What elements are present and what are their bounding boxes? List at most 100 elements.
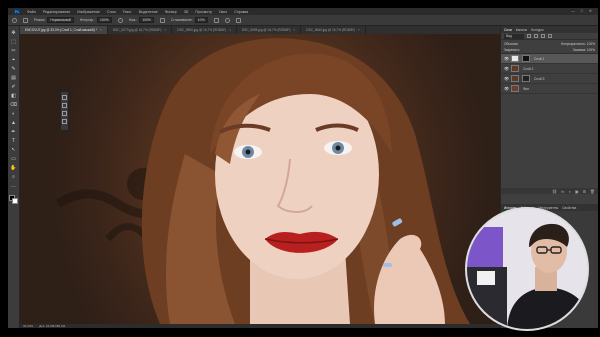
tab-layers[interactable]: Слои — [504, 28, 512, 32]
mode-select[interactable]: Нормальный — [47, 17, 74, 23]
document-tabs: ENCOVUT.jpg @ 33,3% (Слой 1, Слой-маска/… — [20, 26, 500, 34]
minimize-button[interactable]: — — [571, 9, 575, 13]
menu-type[interactable]: Текст — [123, 10, 132, 14]
smoothing-settings-icon[interactable] — [213, 17, 219, 23]
floating-tool-panel — [60, 91, 69, 131]
menu-edit[interactable]: Редактирование — [43, 10, 70, 14]
gradient-tool-icon[interactable]: ◐ — [11, 111, 17, 117]
angle-icon[interactable] — [224, 17, 230, 23]
tab-close-icon[interactable]: × — [358, 28, 360, 32]
menu-3d[interactable]: 3D — [184, 10, 189, 14]
eye-icon[interactable]: 👁 — [504, 76, 509, 81]
layer-opacity-label: Непрозрачность: — [560, 41, 586, 46]
menu-window[interactable]: Окно — [219, 10, 227, 14]
airbrush-icon[interactable] — [159, 17, 165, 23]
document-canvas[interactable] — [20, 34, 500, 324]
new-layer-icon[interactable]: ⊞ — [583, 189, 586, 194]
symmetry-icon[interactable] — [235, 17, 241, 23]
tab-channels[interactable]: Каналы — [516, 28, 527, 32]
filter-pixel-icon[interactable] — [527, 34, 531, 38]
document-tab-active[interactable]: ENCOVUT.jpg @ 33,3% (Слой 1, Слой-маска/… — [20, 26, 108, 34]
document-tab[interactable]: DSC_5595.jpg @ 16,7% (RGB/8*) × — [237, 26, 302, 34]
eyedropper-tool-icon[interactable]: ✎ — [11, 66, 17, 72]
layer-row[interactable]: 👁 Слой 2 — [501, 64, 598, 74]
menu-filter[interactable]: Фильтр — [165, 10, 177, 14]
hand-tool-icon[interactable]: ✋ — [10, 165, 16, 171]
layer-mask-thumbnail[interactable] — [522, 75, 530, 82]
blend-mode-select[interactable]: Обычные — [504, 42, 518, 46]
path-select-tool-icon[interactable]: ↖ — [11, 147, 17, 153]
pressure-input[interactable]: 100% — [139, 17, 154, 23]
layer-row[interactable]: 👁 Фон — [501, 84, 598, 94]
quick-select-tool-icon[interactable]: ⌖ — [11, 57, 17, 63]
smoothing-input[interactable]: 10% — [194, 17, 208, 23]
document-tab[interactable]: DSC_5660.jpg @ 16,7% (RGB/8*) × — [301, 26, 366, 34]
filter-adjust-icon[interactable] — [534, 34, 538, 38]
tab-close-icon[interactable]: × — [164, 28, 166, 32]
smoothing-option: Сглаживание: 10% — [171, 17, 208, 23]
blur-tool-icon[interactable]: ▲ — [11, 120, 17, 126]
layer-mask-thumbnail[interactable] — [522, 55, 530, 62]
brush-settings-icon[interactable] — [23, 17, 28, 23]
link-layers-icon[interactable]: ⛓ — [552, 189, 557, 194]
float-panel-icon[interactable] — [62, 119, 67, 124]
more-tools-icon[interactable]: … — [11, 183, 17, 189]
opacity-input[interactable]: 100% — [97, 17, 112, 23]
color-swatches[interactable] — [9, 195, 18, 204]
background-color-swatch[interactable] — [12, 198, 18, 204]
pressure-opacity-icon[interactable] — [117, 17, 123, 23]
menu-image[interactable]: Изображение — [77, 10, 100, 14]
layer-row[interactable]: 👁 Слой 1 — [501, 54, 598, 64]
eye-icon[interactable]: 👁 — [504, 56, 509, 61]
document-tab[interactable]: DSC_5590.jpg @ 16,7% (RGB/8*) × — [172, 26, 237, 34]
filter-type-icon[interactable] — [541, 34, 545, 38]
tab-properties[interactable]: Свойства — [562, 206, 576, 210]
opacity-option: Непрозр.: 100% — [80, 17, 112, 23]
crop-tool-icon[interactable]: ▤ — [11, 75, 17, 81]
layer-filter-select[interactable]: Вид — [504, 33, 524, 39]
layer-thumbnail — [511, 55, 519, 62]
adjustment-layer-icon[interactable]: ◑ — [568, 189, 570, 194]
maximize-button[interactable]: □ — [581, 9, 583, 13]
tools-panel: ✥ ⬚ ✂ ⌖ ✎ ▤ ✐ ◧ ⌫ ◐ ▲ ✒ T ↖ ▭ ✋ ⌕ … — [8, 26, 20, 328]
add-mask-icon[interactable]: ▣ — [575, 189, 579, 194]
layer-row[interactable]: 👁 Слой 3 — [501, 74, 598, 84]
close-button[interactable]: ✕ — [589, 9, 592, 13]
filter-shape-icon[interactable] — [548, 34, 552, 38]
layer-opacity-input[interactable]: 100% — [587, 42, 595, 46]
brush-preset-icon[interactable] — [12, 17, 17, 23]
fill-label: Заливка: — [572, 48, 586, 52]
menu-layers[interactable]: Слои — [107, 10, 116, 14]
pen-tool-icon[interactable]: ✒ — [11, 129, 17, 135]
fill-input[interactable]: 100% — [587, 48, 595, 52]
menu-select[interactable]: Выделение — [139, 10, 158, 14]
eye-icon[interactable]: 👁 — [504, 66, 509, 71]
tab-close-icon[interactable]: × — [100, 28, 102, 32]
trash-icon[interactable]: 🗑 — [590, 189, 595, 194]
tab-close-icon[interactable]: × — [293, 28, 295, 32]
menu-help[interactable]: Справка — [234, 10, 248, 14]
move-tool-icon[interactable]: ✥ — [11, 30, 17, 36]
marquee-tool-icon[interactable]: ⬚ — [11, 39, 17, 45]
brush-tool-icon[interactable]: ✐ — [11, 84, 17, 90]
layers-panel-tabs: Слои Каналы Контуры — [501, 26, 598, 33]
float-panel-icon[interactable] — [62, 111, 67, 116]
document-tab[interactable]: DSC_5279.jpg @ 16,7% (RGB/8*) × — [108, 26, 173, 34]
eye-icon[interactable]: 👁 — [504, 86, 509, 91]
layers-panel-footer: ⛓ fx ◑ ▣ ⊞ 🗑 — [501, 188, 598, 194]
type-tool-icon[interactable]: T — [11, 138, 17, 144]
float-panel-icon[interactable] — [62, 103, 67, 108]
stamp-tool-icon[interactable]: ◧ — [11, 93, 17, 99]
menu-view[interactable]: Просмотр — [195, 10, 211, 14]
tab-close-icon[interactable]: × — [229, 28, 231, 32]
zoom-tool-icon[interactable]: ⌕ — [11, 174, 17, 180]
menu-file[interactable]: Файл — [27, 10, 36, 14]
float-panel-icon[interactable] — [62, 95, 67, 100]
eraser-tool-icon[interactable]: ⌫ — [10, 102, 17, 108]
window-controls: — □ ✕ — [571, 9, 592, 13]
zoom-level[interactable]: 33,33% — [23, 324, 33, 328]
lasso-tool-icon[interactable]: ✂ — [11, 48, 17, 54]
shape-tool-icon[interactable]: ▭ — [11, 156, 17, 162]
tab-paths[interactable]: Контуры — [531, 28, 544, 32]
fx-icon[interactable]: fx — [561, 189, 564, 194]
